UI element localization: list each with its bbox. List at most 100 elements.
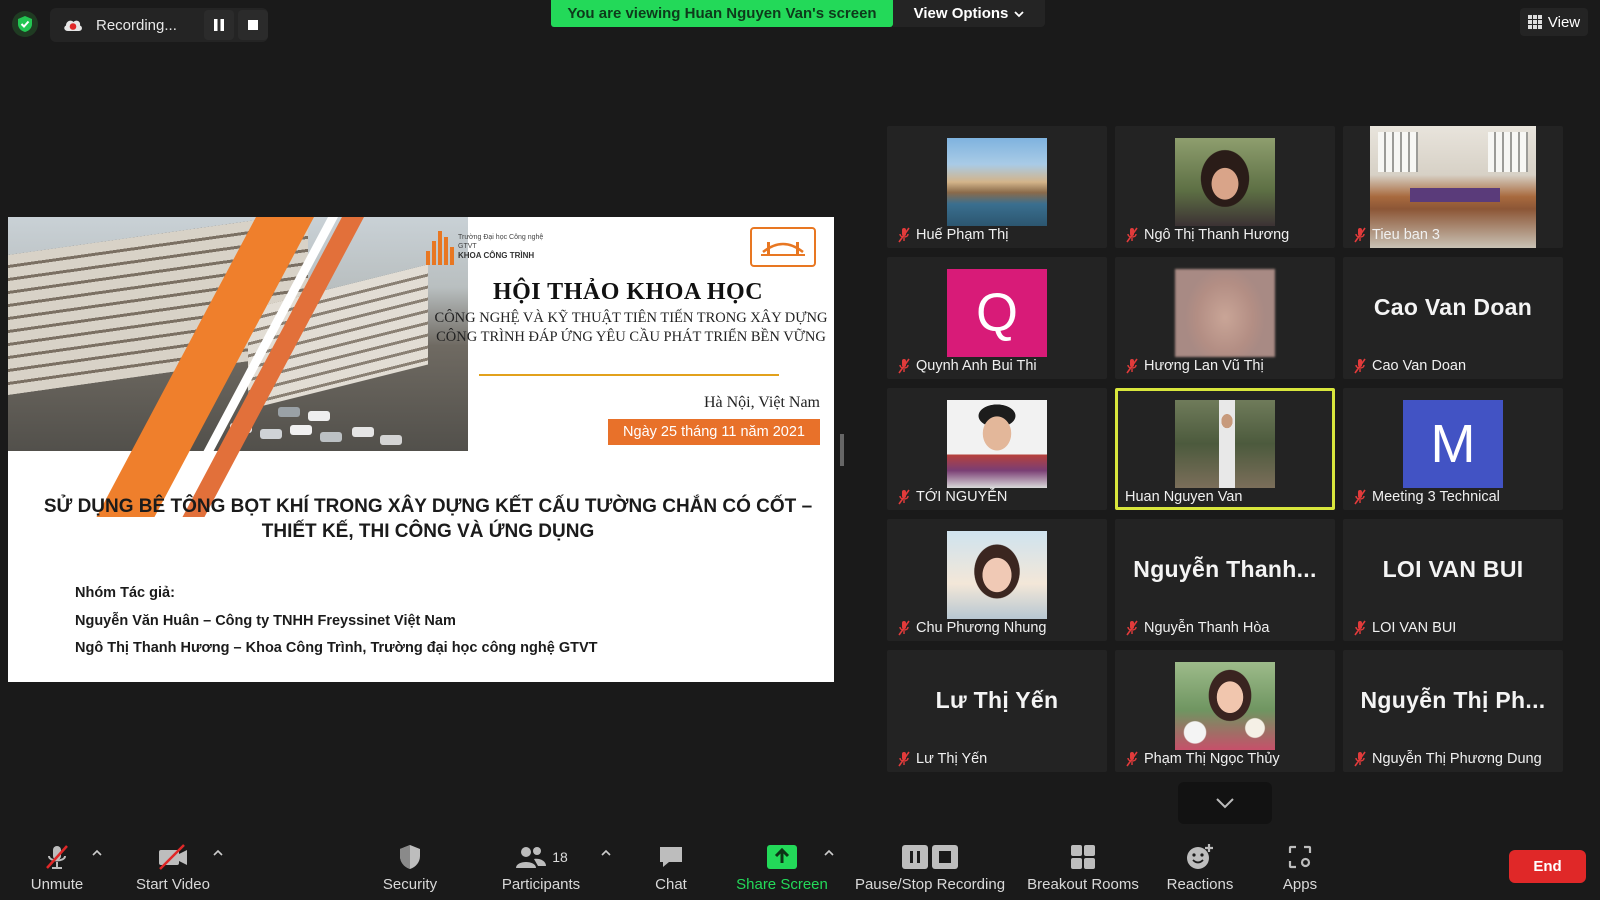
participant-tile[interactable]: Tieu ban 3: [1343, 126, 1563, 248]
view-options-button[interactable]: View Options: [893, 0, 1045, 27]
cloud-recording-icon: [62, 16, 84, 34]
unmute-button[interactable]: Unmute: [22, 834, 92, 900]
participant-tile[interactable]: Cao Van Doan Cao Van Doan: [1343, 257, 1563, 379]
avatar-letter: M: [1403, 400, 1503, 488]
encryption-shield-icon[interactable]: [12, 11, 38, 37]
participant-tile[interactable]: Phạm Thị Ngọc Thủy: [1115, 650, 1335, 772]
participant-name-label: Quynh Anh Bui Thi: [897, 356, 1037, 376]
microphone-muted-icon: [1353, 227, 1367, 243]
participant-name-label: Hương Lan Vũ Thị: [1125, 356, 1264, 376]
reactions-button[interactable]: Reactions: [1158, 834, 1242, 900]
participant-tile[interactable]: Chu Phương Nhung: [887, 519, 1107, 641]
participant-name-label: Nguyễn Thanh Hòa: [1125, 618, 1270, 638]
participant-tile[interactable]: TỚI NGUYỄN: [887, 388, 1107, 510]
participant-tile[interactable]: Hương Lan Vũ Thị: [1115, 257, 1335, 379]
author-1: Nguyễn Văn Huân – Công ty TNHH Freyssine…: [75, 612, 456, 629]
view-layout-button[interactable]: View: [1520, 8, 1588, 36]
stop-recording-button[interactable]: [238, 10, 268, 40]
microphone-muted-icon: [1353, 489, 1367, 505]
security-shield-icon: [397, 842, 423, 872]
participant-name-label: Huế Phạm Thị: [897, 225, 1008, 245]
participants-button[interactable]: 18 Participants: [498, 834, 584, 900]
slide-header: Trường Đại học Công nghệ GTVT KHOA CÔNG T…: [8, 217, 834, 517]
microphone-muted-icon: [897, 620, 911, 636]
authors-heading: Nhóm Tác giả:: [75, 585, 175, 601]
share-screen-button[interactable]: Share Screen: [735, 834, 829, 900]
chevron-down-icon: [1216, 798, 1234, 809]
grid-icon: [1527, 15, 1542, 29]
start-video-button[interactable]: Start Video: [130, 834, 216, 900]
pause-stop-icon: [900, 842, 960, 872]
security-button[interactable]: Security: [375, 834, 445, 900]
participant-tile[interactable]: M Meeting 3 Technical: [1343, 388, 1563, 510]
pause-stop-recording-label: Pause/Stop Recording: [854, 876, 1006, 893]
microphone-muted-icon: [1353, 751, 1367, 767]
participant-name-label: Huan Nguyen Van: [1125, 487, 1242, 507]
start-video-label: Start Video: [136, 876, 210, 893]
shared-screen[interactable]: Trường Đại học Công nghệ GTVT KHOA CÔNG T…: [8, 217, 834, 682]
apps-button[interactable]: Apps: [1270, 834, 1330, 900]
participant-name: Ngô Thị Thanh Hương: [1144, 227, 1290, 243]
participants-count: 18: [552, 849, 568, 865]
video-feed: [947, 531, 1047, 619]
view-label: View: [1547, 13, 1581, 31]
end-meeting-button[interactable]: End: [1509, 850, 1586, 883]
viewing-screen-banner: You are viewing Huan Nguyen Van's screen: [551, 0, 893, 27]
next-page-button[interactable]: [1178, 782, 1272, 824]
stop-icon: [248, 20, 258, 30]
security-label: Security: [382, 876, 438, 893]
microphone-muted-icon: [42, 842, 72, 872]
chat-button[interactable]: Chat: [641, 834, 701, 900]
recording-indicator: Recording...: [50, 8, 268, 42]
pause-icon: [214, 19, 224, 31]
paper-title: SỬ DỤNG BÊ TÔNG BỌT KHÍ TRONG XÂY DỰNG K…: [43, 496, 813, 542]
participant-tile[interactable]: Lư Thị Yến Lư Thị Yến: [887, 650, 1107, 772]
participant-name-label: Cao Van Doan: [1353, 356, 1466, 376]
participants-label: Participants: [501, 876, 581, 893]
microphone-muted-icon: [897, 227, 911, 243]
meeting-toolbar: Unmute Start Video Security 18 Participa…: [0, 834, 1600, 900]
video-camera-off-icon: [156, 842, 190, 872]
participant-tile[interactable]: Ngô Thị Thanh Hương: [1115, 126, 1335, 248]
chat-bubble-icon: [657, 842, 685, 872]
participant-name: Phạm Thị Ngọc Thủy: [1144, 751, 1280, 767]
university-logo: [750, 227, 816, 267]
audio-options-caret-icon[interactable]: [92, 848, 102, 858]
participant-tile[interactable]: Nguyễn Thị Ph... Nguyễn Thị Phương Dung: [1343, 650, 1563, 772]
split-resize-handle[interactable]: [840, 434, 844, 466]
participant-tile[interactable]: Huế Phạm Thị: [887, 126, 1107, 248]
reactions-label: Reactions: [1166, 876, 1234, 893]
pause-recording-button[interactable]: [204, 10, 234, 40]
video-feed: [1175, 662, 1275, 750]
pause-stop-recording-button[interactable]: Pause/Stop Recording: [850, 834, 1010, 900]
participant-name: TỚI NGUYỄN: [916, 489, 1008, 505]
participant-name-label: Meeting 3 Technical: [1353, 487, 1500, 507]
participant-tile[interactable]: Q Quynh Anh Bui Thi: [887, 257, 1107, 379]
participant-name-label: Chu Phương Nhung: [897, 618, 1046, 638]
participant-tile[interactable]: Huan Nguyen Van: [1115, 388, 1335, 510]
breakout-rooms-icon: [1069, 842, 1097, 872]
conference-date: Ngày 25 tháng 11 năm 2021: [608, 419, 820, 445]
video-feed: [1175, 138, 1275, 226]
apps-icon: [1287, 842, 1313, 872]
participant-display-name: Nguyễn Thị Ph...: [1360, 686, 1546, 713]
share-options-caret-icon[interactable]: [824, 848, 834, 858]
microphone-muted-icon: [1353, 358, 1367, 374]
authors-block: Nhóm Tác giả: Nguyễn Văn Huân – Công ty …: [75, 580, 815, 663]
participant-name: LOI VAN BUI: [1372, 620, 1457, 636]
participant-name-label: LOI VAN BUI: [1353, 618, 1456, 638]
video-feed: [947, 400, 1047, 488]
participant-display-name: LOI VAN BUI: [1382, 555, 1524, 582]
participant-tile[interactable]: Nguyễn Thanh... Nguyễn Thanh Hòa: [1115, 519, 1335, 641]
breakout-rooms-button[interactable]: Breakout Rooms: [1025, 834, 1141, 900]
microphone-muted-icon: [897, 489, 911, 505]
participants-options-caret-icon[interactable]: [601, 848, 611, 858]
video-options-caret-icon[interactable]: [213, 848, 223, 858]
faculty-logo: Trường Đại học Công nghệ GTVT KHOA CÔNG T…: [426, 225, 554, 269]
microphone-muted-icon: [897, 358, 911, 374]
participant-name-label: Nguyễn Thị Phương Dung: [1353, 749, 1542, 769]
participant-tile[interactable]: LOI VAN BUI LOI VAN BUI: [1343, 519, 1563, 641]
share-screen-icon: [766, 842, 798, 872]
participant-name-label: Phạm Thị Ngọc Thủy: [1125, 749, 1280, 769]
participant-name-label: Lư Thị Yến: [897, 749, 987, 769]
